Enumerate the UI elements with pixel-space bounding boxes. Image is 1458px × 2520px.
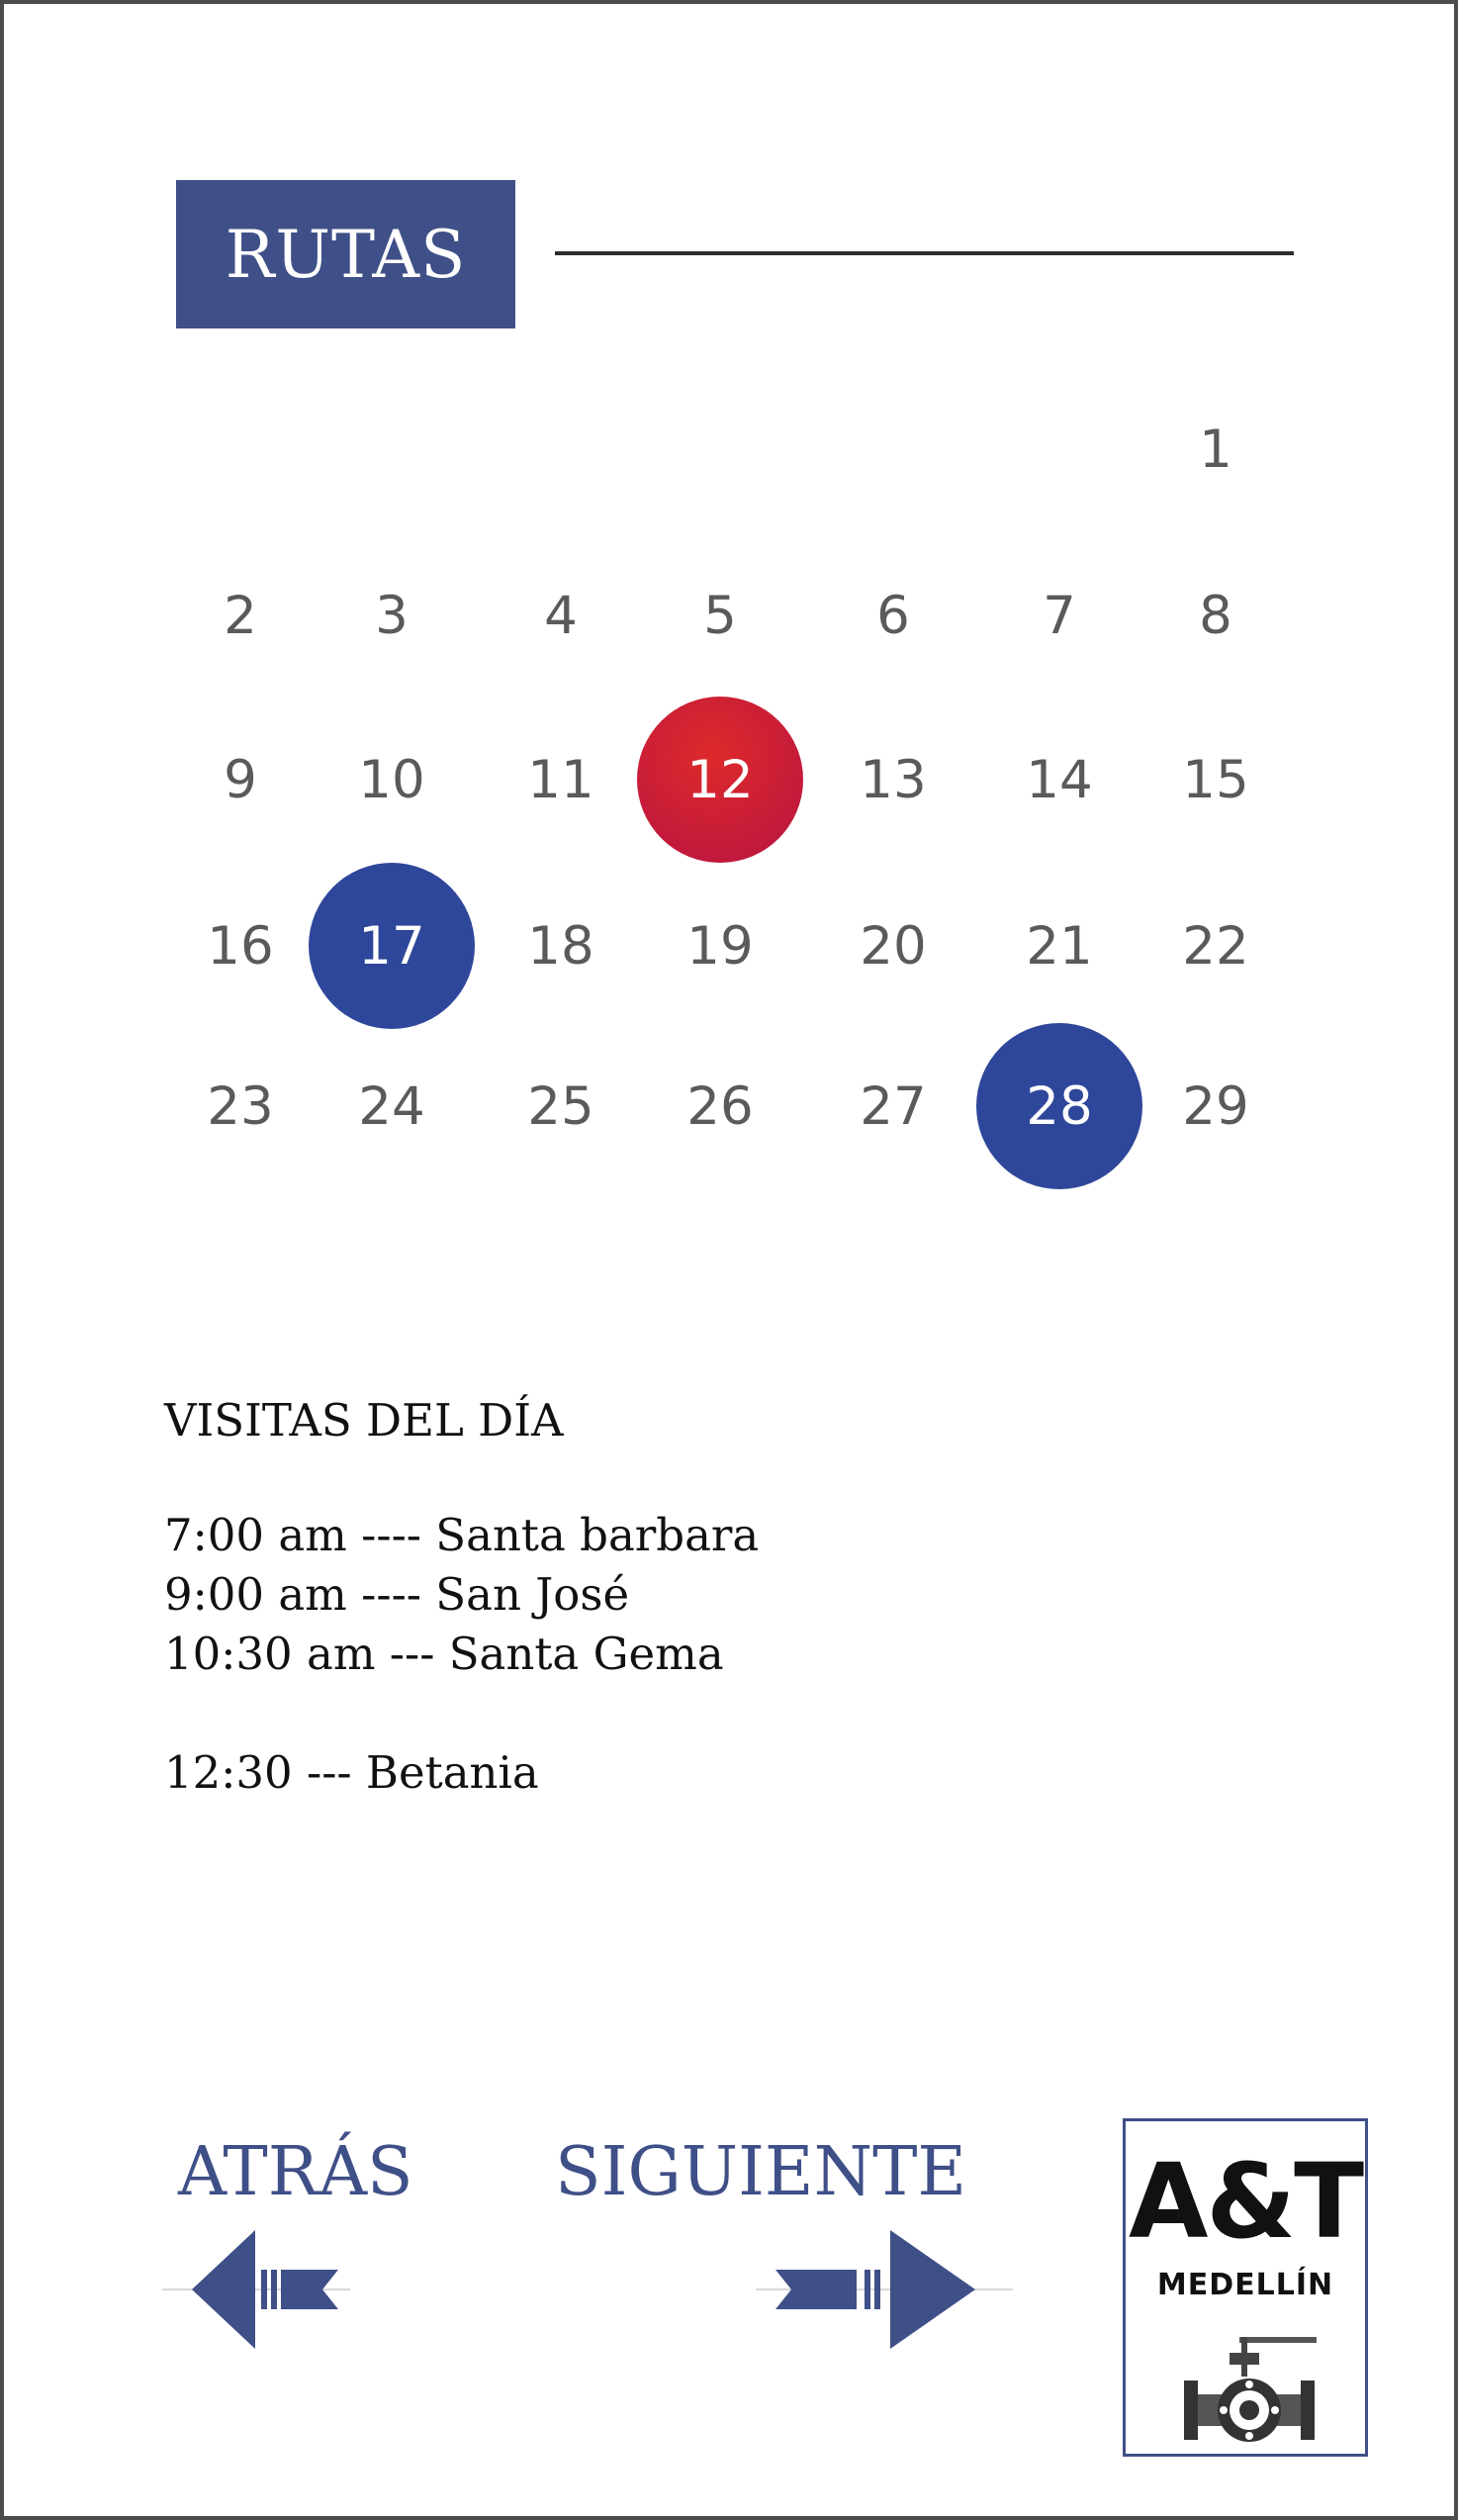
- calendar-day-20[interactable]: 20: [819, 872, 967, 1020]
- visit-item: 10:30 am --- Santa Gema: [164, 1628, 724, 1680]
- logo-subtitle: MEDELLÍN: [1156, 2268, 1334, 2302]
- calendar: 1 2 3 4 5 6 7 8 9 10 11 12 13 14 15 16 17 18 19 20 21 22 23 24 2…: [172, 390, 1290, 1221]
- visit-item: 7:00 am ---- Santa barbara: [164, 1509, 760, 1561]
- calendar-day-21[interactable]: 21: [985, 872, 1134, 1020]
- valve-icon: [1184, 2337, 1317, 2442]
- company-logo: A&T MEDELLÍN: [1123, 2118, 1368, 2457]
- calendar-day-24[interactable]: 24: [318, 1032, 466, 1180]
- calendar-day-28[interactable]: 28: [976, 1023, 1142, 1189]
- calendar-day-13[interactable]: 13: [819, 705, 967, 854]
- calendar-day-3[interactable]: 3: [318, 541, 466, 690]
- calendar-day-7[interactable]: 7: [985, 541, 1134, 690]
- calendar-day-22[interactable]: 22: [1141, 872, 1290, 1020]
- calendar-day-6[interactable]: 6: [819, 541, 967, 690]
- calendar-day-19[interactable]: 19: [646, 872, 794, 1020]
- calendar-day-27[interactable]: 27: [819, 1032, 967, 1180]
- calendar-day-8[interactable]: 8: [1141, 541, 1290, 690]
- calendar-day-4[interactable]: 4: [487, 541, 635, 690]
- calendar-day-15[interactable]: 15: [1141, 705, 1290, 854]
- visit-item: 9:00 am ---- San José: [164, 1568, 630, 1621]
- calendar-day-12[interactable]: 12: [637, 697, 803, 863]
- calendar-day-10[interactable]: 10: [318, 705, 466, 854]
- visits-heading: VISITAS DEL DÍA: [164, 1394, 564, 1447]
- calendar-day-11[interactable]: 11: [487, 705, 635, 854]
- logo-text: A&T: [1128, 2141, 1364, 2262]
- calendar-day-14[interactable]: 14: [985, 705, 1134, 854]
- calendar-day-26[interactable]: 26: [646, 1032, 794, 1180]
- calendar-day-17[interactable]: 17: [309, 863, 475, 1029]
- calendar-day-23[interactable]: 23: [166, 1032, 315, 1180]
- calendar-day-25[interactable]: 25: [487, 1032, 635, 1180]
- page-title-label: RUTAS: [225, 216, 467, 293]
- next-button-label[interactable]: SIGUIENTE: [555, 2133, 966, 2211]
- arrow-left-icon[interactable]: [162, 2228, 350, 2357]
- calendar-day-16[interactable]: 16: [166, 872, 315, 1020]
- app-screen: RUTAS 1 2 3 4 5 6 7 8 9 10 11 12 13 14 15 16 17 18 19 20 21 2…: [0, 0, 1458, 2520]
- calendar-day-1[interactable]: 1: [1141, 375, 1290, 523]
- page-title: RUTAS: [176, 180, 515, 328]
- calendar-day-18[interactable]: 18: [487, 872, 635, 1020]
- visits-panel: VISITAS DEL DÍA 7:00 am ---- Santa barba…: [164, 1394, 759, 1803]
- calendar-day-2[interactable]: 2: [166, 541, 315, 690]
- title-divider: [555, 251, 1294, 255]
- visit-item: 12:30 --- Betania: [164, 1746, 539, 1799]
- calendar-day-9[interactable]: 9: [166, 705, 315, 854]
- arrow-right-icon[interactable]: [756, 2228, 1013, 2357]
- back-button-label[interactable]: ATRÁS: [178, 2133, 413, 2211]
- calendar-day-29[interactable]: 29: [1141, 1032, 1290, 1180]
- calendar-day-5[interactable]: 5: [646, 541, 794, 690]
